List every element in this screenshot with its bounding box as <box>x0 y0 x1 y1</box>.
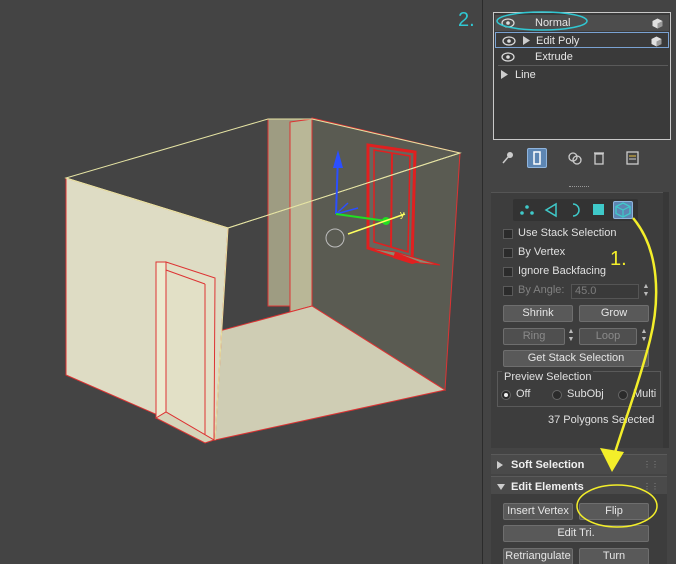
normal-highlight-ellipse <box>496 11 588 31</box>
annotation-step-2: 2. <box>458 9 475 31</box>
flip-highlight-ellipse <box>576 484 658 528</box>
annotation-step-1: 1. <box>610 248 627 270</box>
annotation-arrow-head <box>600 448 624 472</box>
annotation-overlay <box>496 11 658 528</box>
